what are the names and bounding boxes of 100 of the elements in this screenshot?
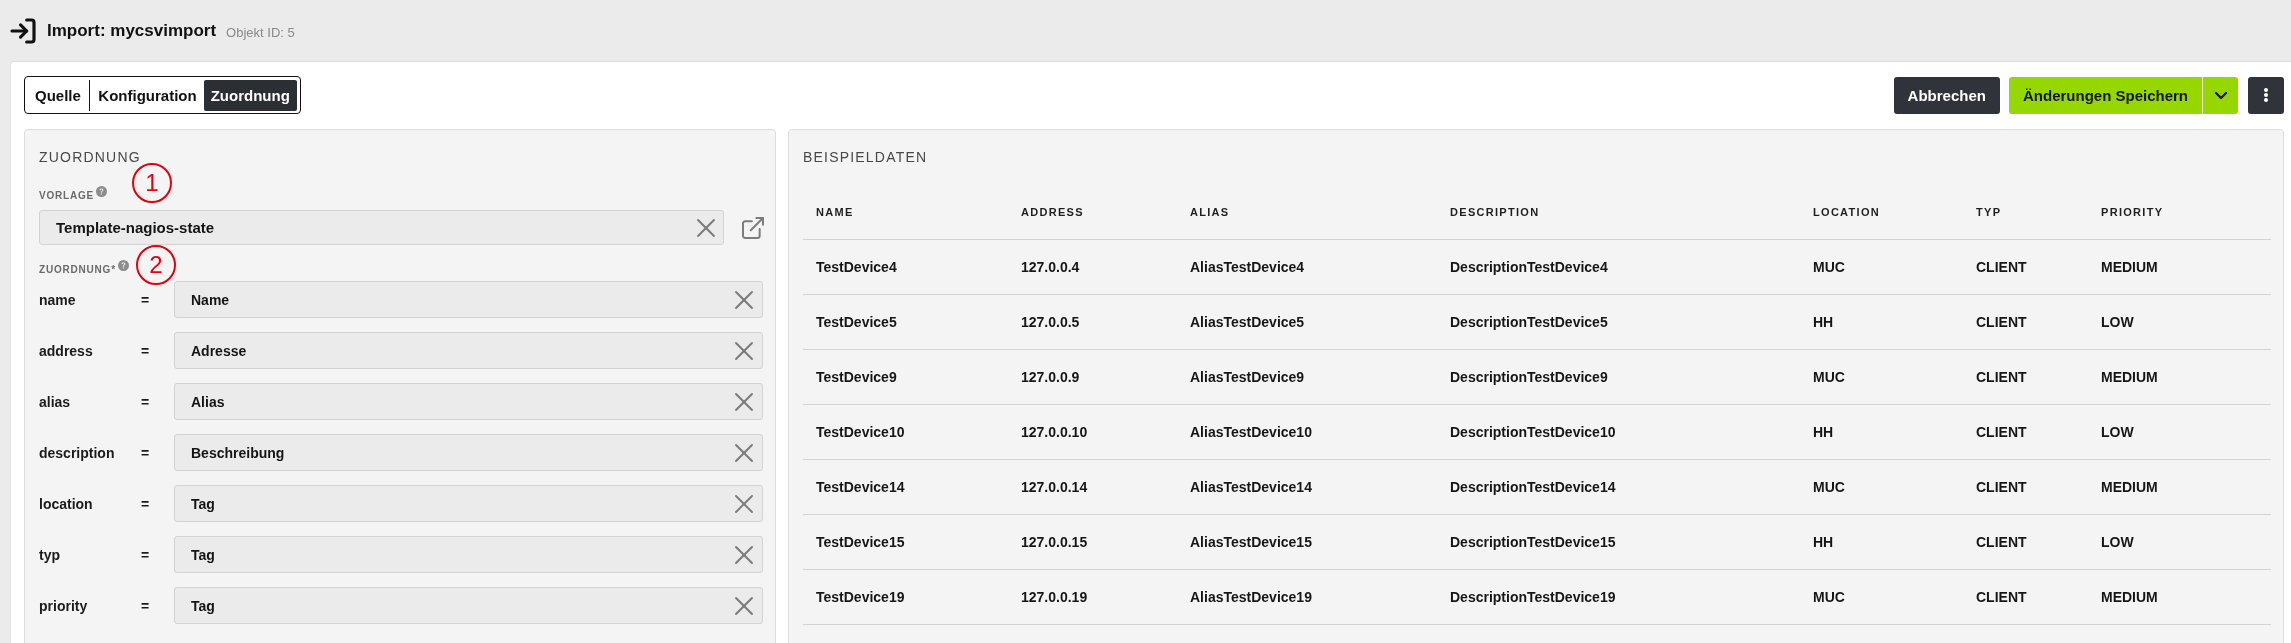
table-cell-text: CLIENT xyxy=(1975,314,2028,330)
table-cell-text: 127.0.0.9 xyxy=(1020,369,1081,385)
field-name: typ xyxy=(39,546,60,563)
mapping-select[interactable]: Adresse xyxy=(174,332,763,369)
tab[interactable]: Quelle xyxy=(28,79,88,111)
field-name: alias xyxy=(39,393,71,410)
table-cell-text: 127.0.0.10 xyxy=(1020,424,1089,440)
table-cell-text: MUC xyxy=(1812,369,1846,385)
panel-title: BEISPIELDATEN xyxy=(803,148,929,167)
table-cell-text: CLIENT xyxy=(1975,259,2028,275)
table-cell-text: LOW xyxy=(2100,424,2135,440)
table-cell-text: DescriptionTestDevice5 xyxy=(1449,314,1609,330)
field-name: description xyxy=(39,444,115,461)
table-cell-text: DescriptionTestDevice14 xyxy=(1449,479,1617,495)
table-cell-text: HH xyxy=(1812,424,1835,440)
mapping-select[interactable]: Name xyxy=(174,281,763,318)
chevron-down-icon xyxy=(2215,92,2226,98)
table-cell-text: LOW xyxy=(2100,534,2135,550)
more-button[interactable] xyxy=(2248,76,2284,114)
mapping-select[interactable]: Tag xyxy=(174,587,763,624)
help-icon[interactable] xyxy=(96,186,108,197)
table-cell-text: 127.0.0.19 xyxy=(1020,589,1089,605)
table-cell-text: AliasTestDevice15 xyxy=(1189,534,1313,550)
mapping-select[interactable]: Tag xyxy=(174,485,763,522)
table-cell-text: CLIENT xyxy=(1975,369,2028,385)
column-header: NAME xyxy=(815,206,855,218)
equals-sign: = xyxy=(141,597,150,614)
table-cell-text: MEDIUM xyxy=(2100,369,2159,385)
table-cell-text: LOW xyxy=(2100,314,2135,330)
table-cell-text: MUC xyxy=(1812,259,1846,275)
table-cell-text: MUC xyxy=(1812,479,1846,495)
save-button[interactable]: Änderungen Speichern xyxy=(2008,76,2202,114)
field-name: name xyxy=(39,291,76,308)
close-icon[interactable] xyxy=(736,393,752,410)
equals-sign: = xyxy=(141,342,150,359)
equals-sign: = xyxy=(141,291,150,308)
close-icon[interactable] xyxy=(736,291,752,308)
mapping-select[interactable]: Alias xyxy=(174,383,763,420)
table-cell-text: TestDevice5 xyxy=(815,314,898,330)
table-cell-text: TestDevice4 xyxy=(815,259,898,275)
column-header: TYP xyxy=(1975,206,2003,218)
page-title: Import: mycsvimport xyxy=(47,20,217,41)
table-cell-text: TestDevice14 xyxy=(815,479,906,495)
table-cell-text: 127.0.0.15 xyxy=(1020,534,1089,550)
callout-marker: 1 xyxy=(132,163,172,203)
object-id: Objekt ID: 5 xyxy=(226,24,295,40)
table-cell-text: DescriptionTestDevice4 xyxy=(1449,259,1609,275)
column-header: PRIORITY xyxy=(2100,206,2165,218)
help-icon[interactable] xyxy=(117,260,129,271)
table-cell-text: AliasTestDevice14 xyxy=(1189,479,1313,495)
table-cell-text: 127.0.0.5 xyxy=(1020,314,1081,330)
table-cell-text: TestDevice9 xyxy=(815,369,898,385)
table-cell-text: 127.0.0.4 xyxy=(1020,259,1081,275)
table-cell-text: MEDIUM xyxy=(2100,259,2159,275)
table-cell-text: AliasTestDevice9 xyxy=(1189,369,1306,385)
column-header: LOCATION xyxy=(1812,206,1882,218)
tab[interactable]: Konfiguration xyxy=(91,79,204,111)
table-cell-text: CLIENT xyxy=(1975,534,2028,550)
table-cell-text: CLIENT xyxy=(1975,479,2028,495)
table-cell-text: DescriptionTestDevice19 xyxy=(1449,589,1617,605)
table-cell-text: MUC xyxy=(1812,589,1846,605)
mapping-select[interactable]: Tag xyxy=(174,536,763,573)
cancel-button[interactable]: Abbrechen xyxy=(1893,76,2000,114)
template-select[interactable]: Template-nagios-state xyxy=(39,210,724,245)
table-cell-text: HH xyxy=(1812,534,1835,550)
table-cell-text: AliasTestDevice4 xyxy=(1189,259,1306,275)
mapping-label: ZUORDNUNG* xyxy=(39,263,116,277)
column-header: ADDRESS xyxy=(1020,206,1085,218)
field-name: priority xyxy=(39,597,88,614)
vertical-dots-icon xyxy=(2264,88,2268,102)
table-cell-text: DescriptionTestDevice10 xyxy=(1449,424,1617,440)
table-cell-text: DescriptionTestDevice15 xyxy=(1449,534,1617,550)
table-cell-text: AliasTestDevice19 xyxy=(1189,589,1313,605)
equals-sign: = xyxy=(141,546,150,563)
table-cell-text: TestDevice15 xyxy=(815,534,906,550)
close-icon[interactable] xyxy=(736,546,752,563)
table-cell-text: CLIENT xyxy=(1975,424,2028,440)
close-icon[interactable] xyxy=(736,444,752,461)
close-icon[interactable] xyxy=(736,597,752,614)
tab[interactable]: Zuordnung xyxy=(203,79,297,111)
equals-sign: = xyxy=(141,444,150,461)
equals-sign: = xyxy=(141,393,150,410)
close-icon[interactable] xyxy=(736,342,752,359)
table-cell-text: AliasTestDevice5 xyxy=(1189,314,1306,330)
external-link-icon[interactable] xyxy=(743,217,763,238)
table-cell-text: MEDIUM xyxy=(2100,589,2159,605)
field-name: address xyxy=(39,342,93,359)
mapping-select[interactable]: Beschreibung xyxy=(174,434,763,471)
table-cell-text: TestDevice19 xyxy=(815,589,906,605)
table-cell-text: 127.0.0.14 xyxy=(1020,479,1089,495)
table-cell-text: AliasTestDevice10 xyxy=(1189,424,1313,440)
equals-sign: = xyxy=(141,495,150,512)
table-cell-text: MEDIUM xyxy=(2100,479,2159,495)
template-label: VORLAGE xyxy=(39,189,95,203)
column-header: DESCRIPTION xyxy=(1449,206,1541,218)
column-header: ALIAS xyxy=(1189,206,1231,218)
table-cell-text: TestDevice10 xyxy=(815,424,906,440)
close-icon[interactable] xyxy=(736,495,752,512)
save-options-button[interactable] xyxy=(2202,76,2238,114)
close-icon[interactable] xyxy=(698,219,714,236)
